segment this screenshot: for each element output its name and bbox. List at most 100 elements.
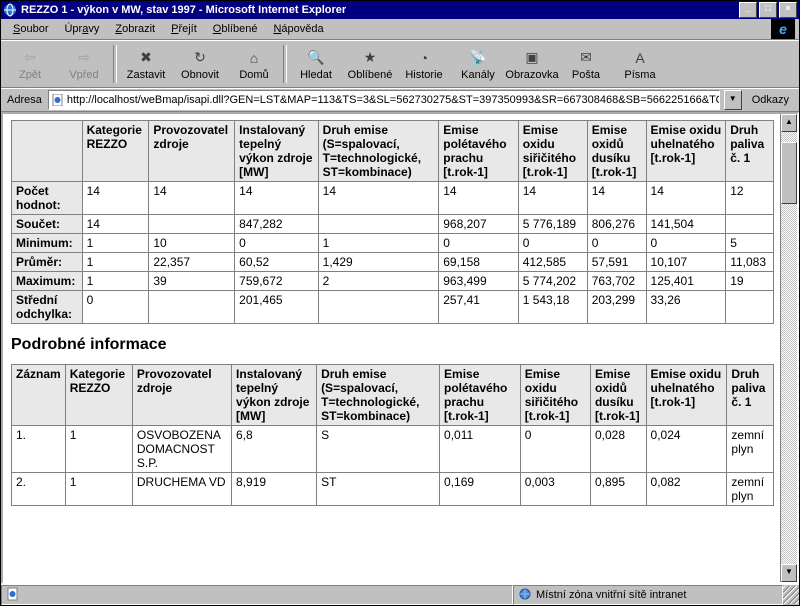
- table-cell: 10,107: [646, 253, 726, 272]
- menu-oblibene[interactable]: Oblíbené: [205, 21, 266, 37]
- history-button[interactable]: ◔ Historie: [397, 43, 451, 85]
- table-cell: 14: [518, 182, 587, 215]
- table-cell: 14: [235, 182, 319, 215]
- table-cell: 125,401: [646, 272, 726, 291]
- table-cell: 0: [518, 234, 587, 253]
- summary-header: Emise polétavého prachu [t.rok-1]: [439, 121, 518, 182]
- table-cell: 759,672: [235, 272, 319, 291]
- table-cell: 0,003: [520, 473, 590, 506]
- close-button[interactable]: ×: [779, 2, 797, 18]
- menu-napoveda[interactable]: Nápověda: [265, 21, 331, 37]
- table-cell: [318, 215, 439, 234]
- menu-upravy[interactable]: Úpravy: [56, 21, 107, 37]
- menu-prejit[interactable]: Přejít: [163, 21, 205, 37]
- table-cell: 0,024: [646, 426, 727, 473]
- table-cell: 39: [149, 272, 235, 291]
- row-label: Minimum:: [12, 234, 83, 253]
- table-cell: 0: [439, 234, 518, 253]
- table-cell: DRUCHEMA VD: [132, 473, 231, 506]
- summary-header: Emise oxidů dusíku [t.rok-1]: [587, 121, 646, 182]
- home-button[interactable]: ⌂ Domů: [227, 43, 281, 85]
- scroll-down-button[interactable]: ▼: [781, 564, 797, 582]
- stop-button[interactable]: ✖ Zastavit: [119, 43, 173, 85]
- forward-button[interactable]: ⇨ Vpřed: [57, 43, 111, 85]
- summary-header: Druh paliva č. 1: [726, 121, 774, 182]
- table-cell: 14: [439, 182, 518, 215]
- search-button[interactable]: 🔍 Hledat: [289, 43, 343, 85]
- table-cell: [726, 215, 774, 234]
- fullscreen-icon: ▣: [522, 48, 542, 68]
- table-cell: 2.: [12, 473, 66, 506]
- vertical-scrollbar[interactable]: ▲ ▼: [780, 114, 797, 582]
- table-cell: 60,52: [235, 253, 319, 272]
- table-cell: 14: [318, 182, 439, 215]
- table-cell: 141,504: [646, 215, 726, 234]
- fonts-button[interactable]: A Písma: [613, 43, 667, 85]
- links-label[interactable]: Odkazy: [746, 94, 795, 106]
- table-cell: 0: [82, 291, 149, 324]
- maximize-button[interactable]: □: [759, 2, 777, 18]
- table-cell: 412,585: [518, 253, 587, 272]
- table-row: Průměr:122,35760,521,42969,158412,58557,…: [12, 253, 774, 272]
- row-label: Průměr:: [12, 253, 83, 272]
- table-cell: 14: [587, 182, 646, 215]
- table-cell: 19: [726, 272, 774, 291]
- table-cell: 201,465: [235, 291, 319, 324]
- table-cell: 14: [646, 182, 726, 215]
- table-row: 2.1DRUCHEMA VD8,919ST0,1690,0030,8950,08…: [12, 473, 774, 506]
- table-cell: zemní plyn: [727, 473, 774, 506]
- detail-header: Kategorie REZZO: [65, 365, 132, 426]
- detail-header: Záznam: [12, 365, 66, 426]
- table-cell: [149, 215, 235, 234]
- table-cell: 1 543,18: [518, 291, 587, 324]
- table-cell: 57,591: [587, 253, 646, 272]
- content-area: Kategorie REZZOProvozovatel zdrojeInstal…: [1, 112, 799, 584]
- minimize-button[interactable]: _: [739, 2, 757, 18]
- address-field[interactable]: http://localhost/weBmap/isapi.dll?GEN=LS…: [48, 90, 720, 110]
- scroll-thumb[interactable]: [781, 142, 797, 204]
- status-left: [1, 585, 513, 605]
- refresh-button[interactable]: ↻ Obnovit: [173, 43, 227, 85]
- resize-grip[interactable]: [783, 586, 799, 604]
- detail-table: ZáznamKategorie REZZOProvozovatel zdroje…: [11, 364, 774, 506]
- table-cell: 12: [726, 182, 774, 215]
- menu-zobrazit[interactable]: Zobrazit: [107, 21, 163, 37]
- detail-header: Emise polétavého prachu [t.rok-1]: [440, 365, 521, 426]
- history-icon: ◔: [414, 48, 434, 68]
- mail-button[interactable]: ✉ Pošta: [559, 43, 613, 85]
- fullscreen-button[interactable]: ▣ Obrazovka: [505, 43, 559, 85]
- menu-soubor[interactable]: Soubor: [5, 21, 56, 37]
- table-cell: [726, 291, 774, 324]
- channels-button[interactable]: 📡 Kanály: [451, 43, 505, 85]
- table-cell: 14: [149, 182, 235, 215]
- table-cell: zemní plyn: [727, 426, 774, 473]
- table-cell: 0: [587, 234, 646, 253]
- summary-header: Druh emise (S=spalovací, T=technologické…: [318, 121, 439, 182]
- table-cell: 1: [82, 272, 149, 291]
- favorites-button[interactable]: ★ Oblíbené: [343, 43, 397, 85]
- channels-icon: 📡: [468, 48, 488, 68]
- forward-icon: ⇨: [74, 48, 94, 68]
- detail-header: Instalovaný tepelný výkon zdroje [MW]: [232, 365, 317, 426]
- scroll-up-button[interactable]: ▲: [781, 114, 797, 132]
- back-icon: ⇦: [20, 48, 40, 68]
- table-cell: 11,083: [726, 253, 774, 272]
- table-cell: 0: [235, 234, 319, 253]
- table-row: Součet:14847,282968,2075 776,189806,2761…: [12, 215, 774, 234]
- table-cell: 22,357: [149, 253, 235, 272]
- table-cell: 1: [82, 234, 149, 253]
- refresh-icon: ↻: [190, 48, 210, 68]
- row-label: Počet hodnot:: [12, 182, 83, 215]
- status-zone: Místní zóna vnitřní sítě intranet: [513, 585, 783, 605]
- window-title: REZZO 1 - výkon v MW, stav 1997 - Micros…: [21, 4, 739, 16]
- summary-header: [12, 121, 83, 182]
- table-cell: 0,169: [440, 473, 521, 506]
- table-cell: 0: [520, 426, 590, 473]
- table-cell: 0: [646, 234, 726, 253]
- summary-table: Kategorie REZZOProvozovatel zdrojeInstal…: [11, 120, 774, 324]
- table-row: Maximum:139759,6722963,4995 774,202763,7…: [12, 272, 774, 291]
- statusbar: Místní zóna vnitřní sítě intranet: [1, 584, 799, 605]
- address-dropdown[interactable]: ▼: [724, 90, 742, 110]
- scroll-track[interactable]: [781, 132, 797, 564]
- back-button[interactable]: ⇦ Zpět: [3, 43, 57, 85]
